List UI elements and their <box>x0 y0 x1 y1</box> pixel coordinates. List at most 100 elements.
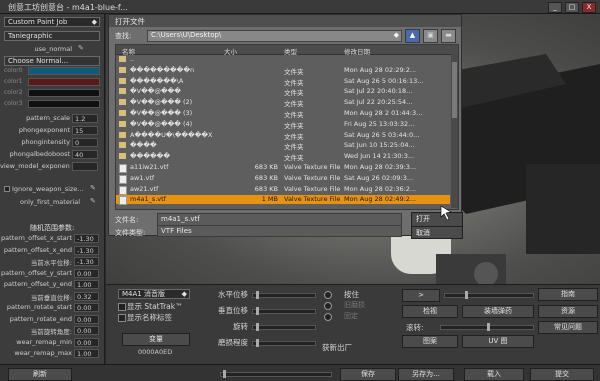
param-input[interactable] <box>72 162 98 171</box>
param-input[interactable]: 1.2 <box>72 114 98 123</box>
color-swatch[interactable] <box>28 89 100 97</box>
file-row[interactable]: �V��@��� (3) 文件夹 Mon Aug 28 2 01:44:3... <box>116 109 450 119</box>
stattrak-checkbox[interactable] <box>118 303 126 311</box>
file-name: .. <box>130 55 135 63</box>
file-row[interactable]: aw21.vtf 683 KB Valve Texture File Mon Aug … <box>116 184 450 195</box>
minimize-button[interactable]: _ <box>548 2 562 13</box>
uv-button[interactable]: UV 图 <box>462 335 534 348</box>
file-list[interactable]: 名称 大小 类型 修改日期 .. ���������n 文件夹 Mon Aug 28 … <box>115 44 459 210</box>
submit-button[interactable]: 提交 <box>530 368 594 381</box>
range-input[interactable]: 1.00 <box>74 349 99 358</box>
check-button[interactable]: 检视 <box>402 305 458 318</box>
color-swatch[interactable] <box>28 78 100 86</box>
file-row[interactable]: a11iw21.vtf 683 KB Valve Texture File Mon A… <box>116 163 450 173</box>
pattern-button[interactable]: 图案 <box>402 335 458 348</box>
param-input[interactable]: 0 <box>72 138 98 147</box>
resources-button[interactable]: 资源 <box>538 305 598 318</box>
fixed-radio[interactable] <box>324 313 332 321</box>
file-row[interactable]: .. <box>116 55 450 64</box>
range-input[interactable]: 0.00 <box>74 268 99 278</box>
lookin-path: C:\Users\U\Desktop\ <box>151 31 222 39</box>
folder-icon[interactable]: ▬ <box>441 29 456 43</box>
old-wear-radio[interactable] <box>324 302 332 310</box>
hold-radio[interactable] <box>324 291 332 299</box>
range-input[interactable]: 0.00 <box>74 314 99 324</box>
change-button[interactable]: 变量 <box>122 333 190 346</box>
file-modified: Wed Jun 14 21:30:3... <box>344 152 415 161</box>
file-row[interactable]: �V��@��� 文件夹 Sat Jul 22 20:40:18... <box>116 87 450 97</box>
spin-slider[interactable] <box>440 323 534 331</box>
pick-icon[interactable]: ✎ <box>90 184 96 192</box>
save-as-button[interactable]: 另存为... <box>398 368 454 381</box>
range-label: 当前水平位移: <box>30 259 72 267</box>
filetype-select[interactable]: VTF Files <box>157 225 402 237</box>
arrow-button[interactable]: > <box>402 289 440 302</box>
range-input[interactable]: 1.00 <box>74 280 99 289</box>
pick-icon[interactable]: ✎ <box>90 197 96 205</box>
maximize-button[interactable]: □ <box>565 2 579 13</box>
bottom-controls: M4A1 消音版 ◆ 显示 StatTrak™ 显示名称标签 变量 0000A0… <box>106 284 600 364</box>
param-input[interactable]: 15 <box>72 126 98 135</box>
guide-button[interactable]: 指南 <box>538 288 598 301</box>
choose-normal-button[interactable]: Choose Normal... <box>4 56 100 66</box>
file-row[interactable]: �V��@��� (4) 文件夹 Fri Aug 25 13:03:32... <box>116 119 450 130</box>
filetype-label: 文件类型: <box>115 229 146 237</box>
file-type: 文件夹 <box>284 121 304 130</box>
shader-dropdown[interactable]: Custom Paint Job ◆ <box>4 17 100 27</box>
file-name: �V��@��� (4) <box>130 119 193 128</box>
range-input[interactable]: 0.00 <box>74 326 99 335</box>
dropdown-arrow-icon: ◆ <box>181 290 187 298</box>
scrollbar-thumb[interactable] <box>452 62 457 118</box>
file-row[interactable]: ���� 文件夹 Sat Jun 10 15:25:04... <box>116 141 450 151</box>
file-row[interactable]: ������ 文件夹 Wed Jun 14 21:30:3... <box>116 152 450 162</box>
file-row[interactable]: �������\A 文件夹 Sat Aug 26 5 00:16:13... <box>116 77 450 87</box>
inspect-button[interactable]: 装墙弹药 <box>462 305 534 318</box>
file-type: 文件夹 <box>284 78 304 87</box>
range-input[interactable]: 0.00 <box>74 303 99 312</box>
color-swatch[interactable] <box>28 100 100 108</box>
range-label: pattern_offset_y_start <box>0 268 72 277</box>
file-row[interactable]: A����U�\�����X 文件夹 Sat Aug 26 5 03:44:0... <box>116 131 450 141</box>
style-field[interactable]: Taniegraphic <box>4 31 100 41</box>
range-input[interactable]: 0.00 <box>74 337 99 347</box>
pick-icon[interactable]: ✎ <box>78 44 86 52</box>
file-list-scrollbar[interactable] <box>451 54 458 208</box>
file-row[interactable]: aw1.vtf 683 KB Valve Texture File Sat Aug 2… <box>116 173 450 184</box>
transform-slider[interactable] <box>252 323 316 331</box>
arrow-slider[interactable] <box>444 291 534 299</box>
file-size: 1 MB <box>261 195 278 204</box>
dialog-titlebar: 打开文件 <box>109 15 461 27</box>
file-size: 683 KB <box>254 184 278 193</box>
transform-slider[interactable] <box>252 291 316 299</box>
model-dropdown[interactable]: M4A1 消音版 ◆ <box>118 289 190 299</box>
param-label: phongexponent <box>18 126 70 134</box>
load-button[interactable]: 载入 <box>464 368 524 381</box>
transform-slider[interactable] <box>252 307 316 315</box>
file-row[interactable]: m4a1_s.vtf 1 MB Valve Texture File Mon Aug … <box>116 195 450 206</box>
status-slider[interactable] <box>220 370 332 378</box>
file-name: aw21.vtf <box>130 184 159 193</box>
file-row[interactable]: ���������n 文件夹 Mon Aug 28 02:29:2... <box>116 66 450 76</box>
cancel-button[interactable]: 取消 <box>411 226 463 239</box>
nametag-checkbox[interactable] <box>118 314 126 322</box>
save-button[interactable]: 保存 <box>340 368 396 381</box>
file-size: 683 KB <box>254 163 278 171</box>
range-input[interactable]: -1.30 <box>74 257 99 266</box>
lookin-path-field[interactable]: C:\Users\U\Desktop\ ◆ <box>147 30 402 42</box>
up-folder-icon[interactable]: ▲ <box>405 29 420 43</box>
color-swatch[interactable] <box>28 67 100 75</box>
ignore-weapon-size-checkbox[interactable] <box>4 186 10 192</box>
close-button[interactable]: X <box>582 2 596 13</box>
file-size: 683 KB <box>254 173 278 182</box>
new-folder-icon[interactable]: ▣ <box>423 29 438 43</box>
range-input[interactable]: -1.30 <box>74 234 99 243</box>
file-row[interactable]: �V��@��� (2) 文件夹 Sat Jul 22 20:25:54... <box>116 98 450 108</box>
file-name: a11iw21.vtf <box>130 163 169 171</box>
refresh-button[interactable]: 刷新 <box>8 368 72 381</box>
param-input[interactable]: 40 <box>72 150 98 159</box>
file-icon <box>119 185 127 195</box>
range-input[interactable]: 0.32 <box>74 291 99 301</box>
transform-slider[interactable] <box>252 339 316 347</box>
faq-button[interactable]: 常见问题 <box>538 321 598 334</box>
range-input[interactable]: -1.30 <box>74 245 99 255</box>
